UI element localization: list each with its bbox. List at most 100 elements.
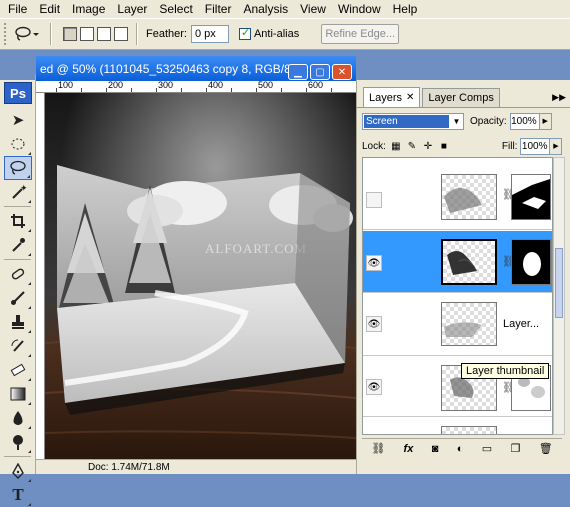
antialias-label: Anti-alias (253, 28, 300, 40)
blend-opacity-row: Screen ▼ Opacity: 100% ▶ (357, 108, 570, 134)
history-brush-icon (11, 339, 24, 352)
minimize-button[interactable]: ▁ (288, 64, 308, 80)
menu-analysis[interactable]: Analysis (237, 0, 294, 18)
new-selection-button[interactable] (63, 27, 77, 41)
layers-scrollbar[interactable] (553, 157, 565, 435)
clone-stamp-icon (12, 315, 24, 329)
layer-row[interactable]: 👁 Layer... (363, 294, 552, 356)
ruler-tick-label: 200 (108, 81, 124, 90)
adjustment-layer-icon[interactable]: ◐ (457, 443, 464, 455)
type-tool[interactable]: T (4, 483, 32, 507)
layer-thumbnail[interactable] (441, 239, 497, 285)
document-titlebar[interactable]: ed @ 50% (1101045_53250463 copy 8, RGB/8… (36, 56, 356, 81)
vertical-ruler[interactable] (36, 93, 45, 459)
tab-layer-comps[interactable]: Layer Comps (422, 88, 500, 107)
horizontal-ruler[interactable]: 100 200 300 400 500 600 (36, 81, 356, 93)
dodge-icon (13, 435, 23, 450)
intersect-selection-button[interactable] (114, 27, 128, 41)
link-layers-icon[interactable]: ⛓ (371, 442, 385, 455)
add-to-selection-button[interactable] (80, 27, 94, 41)
antialias-checkbox[interactable] (238, 26, 251, 40)
lock-all-icon[interactable]: ■ (438, 140, 450, 152)
elliptical-marquee-icon (11, 138, 25, 150)
opacity-slider-button[interactable]: ▶ (539, 112, 552, 130)
healing-brush-tool[interactable] (4, 262, 32, 286)
brush-tool[interactable] (4, 286, 32, 310)
pen-icon (12, 463, 24, 479)
ruler-tick-label: 100 (58, 81, 74, 90)
panel-tabs: Layers ✕ Layer Comps (357, 87, 570, 108)
visibility-toggle[interactable]: 👁 (366, 316, 382, 332)
artwork-popup-card: ALFOART.COM (45, 93, 356, 459)
tab-layers[interactable]: Layers ✕ (363, 87, 421, 107)
menu-help[interactable]: Help (387, 0, 424, 18)
healing-brush-icon (11, 268, 25, 280)
gradient-tool[interactable] (4, 382, 32, 406)
close-button[interactable]: ✕ (332, 64, 352, 80)
blur-tool[interactable] (4, 406, 32, 430)
menu-window[interactable]: Window (332, 0, 387, 18)
refine-edge-button[interactable]: Refine Edge... (321, 24, 400, 44)
image-canvas[interactable]: ALFOART.COM (45, 93, 356, 459)
blend-mode-select[interactable]: Screen ▼ (362, 112, 464, 130)
toolbox-titlebar[interactable] (0, 74, 35, 80)
feather-input[interactable] (190, 25, 229, 43)
document-window: ed @ 50% (1101045_53250463 copy 8, RGB/8… (36, 56, 356, 474)
lock-transparency-icon[interactable]: ▦ (390, 140, 402, 152)
options-grip[interactable] (4, 23, 8, 45)
visibility-toggle[interactable]: 👁 (366, 379, 382, 395)
layer-thumbnail[interactable] (441, 426, 497, 434)
svg-text:✦: ✦ (20, 183, 27, 193)
separator (136, 23, 138, 45)
menu-layer[interactable]: Layer (111, 0, 153, 18)
blur-drop-icon (13, 411, 23, 425)
menu-file[interactable]: File (2, 0, 33, 18)
layer-thumbnail[interactable] (441, 302, 497, 346)
lock-position-icon[interactable]: ✛ (422, 140, 434, 152)
visibility-toggle[interactable] (366, 192, 382, 208)
subtract-selection-button[interactable] (97, 27, 111, 41)
layer-mask-thumbnail[interactable] (511, 239, 551, 285)
brush-icon (11, 291, 25, 305)
menu-edit[interactable]: Edit (33, 0, 66, 18)
menu-select[interactable]: Select (153, 0, 198, 18)
panel-collapse-icon[interactable]: ▶▶ (552, 92, 566, 103)
layer-row[interactable] (363, 418, 552, 434)
magic-wand-tool[interactable]: ✦ (4, 180, 32, 204)
move-tool[interactable]: ➤ (4, 108, 32, 132)
lasso-tool[interactable] (4, 156, 32, 180)
dodge-tool[interactable] (4, 430, 32, 454)
visibility-toggle[interactable]: 👁 (366, 255, 382, 271)
close-tab-icon[interactable]: ✕ (406, 92, 414, 103)
delete-layer-icon[interactable]: 🗑 (539, 442, 553, 455)
move-icon: ➤ (11, 112, 25, 129)
fill-slider-button[interactable]: ▶ (550, 137, 563, 155)
layer-name[interactable]: Layer... (503, 318, 539, 330)
eraser-tool[interactable] (4, 358, 32, 382)
eyedropper-tool[interactable] (4, 233, 32, 257)
tool-preset-picker[interactable] (12, 22, 42, 46)
layer-style-icon[interactable]: fx (404, 443, 414, 455)
doc-size-status[interactable]: Doc: 1.74M/71.8M (88, 462, 170, 473)
menu-filter[interactable]: Filter (199, 0, 238, 18)
maximize-button[interactable]: ▢ (310, 64, 330, 80)
clone-stamp-tool[interactable] (4, 310, 32, 334)
history-brush-tool[interactable] (4, 334, 32, 358)
add-mask-icon[interactable]: ◙ (432, 443, 439, 455)
layer-row-selected[interactable]: 👁 ⛓ (363, 231, 552, 293)
fill-field[interactable]: 100% (520, 137, 551, 155)
marquee-tool[interactable] (4, 132, 32, 156)
pen-tool[interactable] (4, 459, 32, 483)
menu-image[interactable]: Image (66, 0, 111, 18)
layer-thumbnail[interactable] (441, 174, 497, 220)
new-group-icon[interactable]: ▭ (482, 442, 492, 455)
opacity-field[interactable]: 100% (509, 112, 540, 130)
chevron-down-icon: ▼ (452, 116, 461, 126)
new-layer-icon[interactable]: ❐ (511, 442, 521, 455)
lock-pixels-icon[interactable]: ✎ (406, 140, 418, 152)
layer-mask-thumbnail[interactable] (511, 174, 551, 220)
crop-tool[interactable] (4, 209, 32, 233)
menu-view[interactable]: View (294, 0, 332, 18)
layer-row[interactable]: ⛓ (363, 158, 552, 230)
scrollbar-thumb[interactable] (555, 248, 563, 318)
